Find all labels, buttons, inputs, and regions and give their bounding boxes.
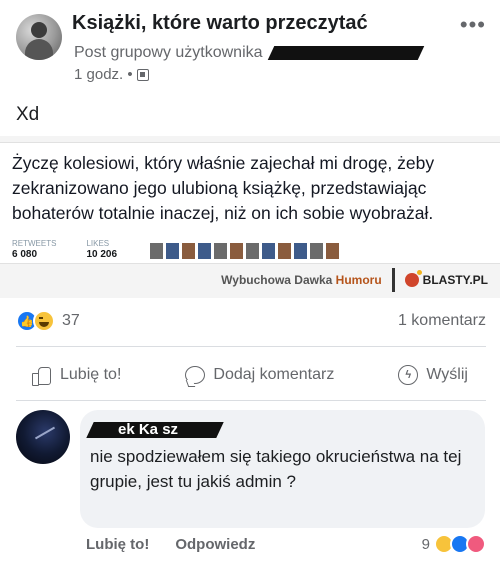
retweets-label: RETWEETS — [12, 239, 57, 248]
liker-avatar — [150, 243, 163, 259]
watermark-divider — [391, 268, 395, 292]
post-type-label: Post grupowy użytkownika — [74, 44, 263, 61]
post-header: Książki, które warto przeczytać Post gru… — [16, 8, 486, 88]
post-image[interactable]: Życzę kolesiowi, który właśnie zajechał … — [0, 136, 500, 298]
haha-reaction-icon — [33, 310, 55, 332]
avatar-body-shape — [25, 39, 53, 60]
like-button[interactable]: Lubię to! — [32, 365, 122, 386]
liker-avatar — [230, 243, 243, 259]
redacted-author-name — [267, 45, 425, 60]
likes-stat: LIKES 10 206 — [86, 239, 117, 260]
liker-avatar — [198, 243, 211, 259]
comment-like-button[interactable]: Lubię to! — [86, 536, 149, 553]
like-button-label: Lubię to! — [60, 366, 122, 383]
comment-reply-button[interactable]: Odpowiedz — [175, 536, 255, 553]
watermark-left: Wybuchowa Dawka Humoru — [221, 273, 381, 287]
group-avatar[interactable] — [16, 14, 62, 60]
messenger-icon: ϟ — [398, 365, 419, 385]
commenter-avatar[interactable] — [16, 410, 70, 464]
divider — [16, 400, 486, 401]
liker-avatar — [182, 243, 195, 259]
avatar-head-shape — [31, 22, 47, 38]
reactions-summary: 👍 37 1 komentarz — [16, 310, 486, 334]
post-text: Xd — [16, 104, 40, 125]
liker-avatar — [294, 243, 307, 259]
liker-avatar — [246, 243, 259, 259]
wow-reaction-icon — [466, 534, 486, 554]
bomb-icon — [404, 270, 422, 287]
retweets-stat: RETWEETS 6 080 — [12, 239, 56, 260]
send-button-label: Wyślij — [426, 366, 468, 383]
liker-avatar — [262, 243, 275, 259]
reaction-count[interactable]: 37 — [62, 312, 80, 330]
comment-reaction-count: 9 — [421, 535, 430, 553]
tweet-text: Życzę kolesiowi, który właśnie zajechał … — [12, 153, 435, 223]
group-title[interactable]: Książki, które warto przeczytać — [72, 12, 368, 35]
send-button[interactable]: ϟ Wyślij — [398, 365, 468, 385]
comment-author[interactable]: ek Ka sz — [86, 418, 224, 442]
post-author-line: Post grupowy użytkownika — [74, 44, 425, 62]
watermark-site: BLASTY.PL — [422, 273, 488, 287]
watermark-right: BLASTY.PL — [404, 270, 488, 287]
divider — [16, 346, 486, 347]
group-audience-icon — [136, 68, 149, 81]
liker-avatar — [326, 243, 339, 259]
comment-text: nie spodziewałem się takiego okrucieństw… — [90, 447, 462, 491]
liker-avatar — [278, 243, 291, 259]
post-timestamp: 1 godz. • — [74, 66, 149, 83]
post-time-label[interactable]: 1 godz. • — [74, 66, 133, 83]
comment-actions: Lubię to! Odpowiedz — [86, 536, 255, 553]
tweet-screenshot: Życzę kolesiowi, który właśnie zajechał … — [0, 142, 500, 264]
comment-author-visible: ek Ka sz — [118, 421, 179, 438]
comment-button[interactable]: Dodaj komentarz — [185, 366, 334, 384]
more-options-button[interactable]: ••• — [460, 12, 486, 38]
watermark-left-a: Wybuchowa Dawka — [221, 273, 336, 287]
reaction-icons[interactable]: 👍 — [16, 310, 55, 332]
likes-value: 10 206 — [86, 249, 118, 260]
retweets-value: 6 080 — [12, 249, 38, 260]
comment-reactions[interactable]: 9 — [422, 534, 486, 554]
comment-count[interactable]: 1 komentarz — [398, 312, 486, 330]
watermark-left-b: Humoru — [335, 273, 382, 287]
liker-avatars-strip — [150, 243, 339, 259]
comment-bubble-icon — [185, 366, 206, 384]
comment-bubble: ek Ka sz nie spodziewałem się takiego ok… — [80, 410, 485, 528]
tweet-stats: RETWEETS 6 080 LIKES 10 206 — [12, 239, 117, 260]
post-action-bar: Lubię to! Dodaj komentarz ϟ Wyślij — [0, 357, 500, 393]
liker-avatar — [166, 243, 179, 259]
comment-button-label: Dodaj komentarz — [213, 366, 335, 383]
thumbs-up-icon — [32, 365, 52, 386]
watermark: Wybuchowa Dawka Humoru BLASTY.PL — [221, 268, 488, 292]
liker-avatar — [310, 243, 323, 259]
likes-label: LIKES — [86, 239, 110, 248]
liker-avatar — [214, 243, 227, 259]
